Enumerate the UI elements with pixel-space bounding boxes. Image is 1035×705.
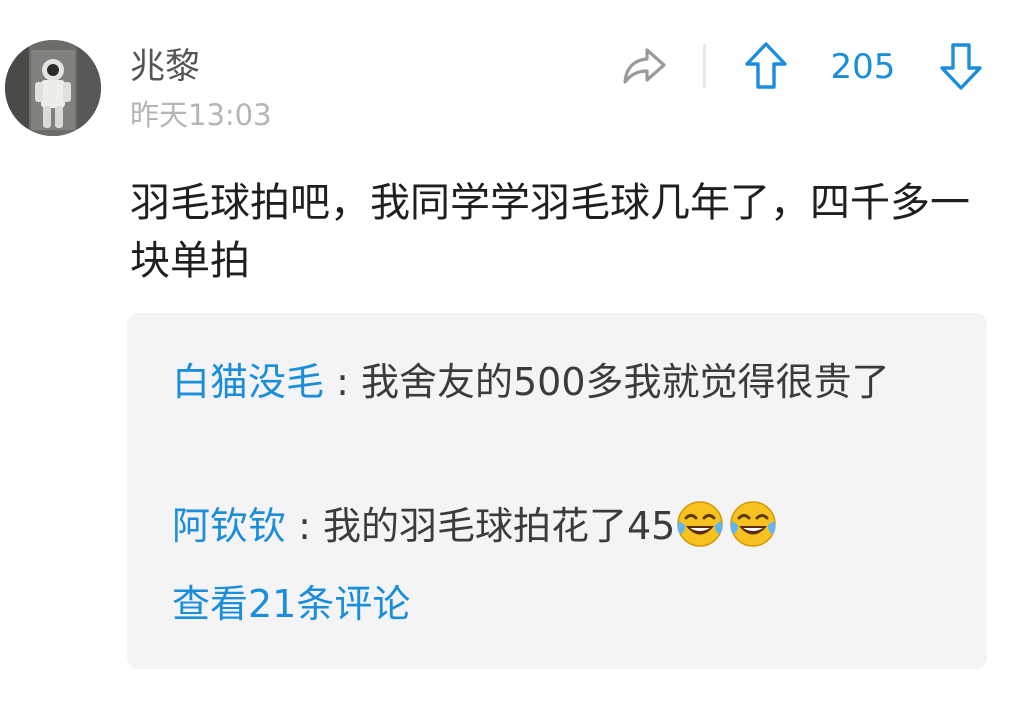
astronaut-avatar-image bbox=[5, 40, 101, 136]
upvote-button[interactable] bbox=[743, 40, 789, 92]
arrow-down-icon bbox=[940, 43, 982, 90]
laughing-tears-emoji-icon bbox=[728, 499, 778, 549]
reply-separator: : bbox=[324, 360, 361, 404]
reply-text: 我的羽毛球拍花了45 bbox=[322, 504, 676, 548]
replies-panel: 白猫没毛 : 我舍友的500多我就觉得很贵了 阿钦钦 : 我的羽毛球拍花了45 bbox=[127, 313, 987, 669]
divider bbox=[703, 44, 706, 88]
reply-separator: : bbox=[286, 504, 323, 548]
reply-item: 白猫没毛 : 我舍友的500多我就觉得很贵了 bbox=[172, 353, 952, 411]
share-button[interactable] bbox=[620, 44, 668, 88]
comment-body: 羽毛球拍吧，我同学学羽毛球几年了，四千多一块单拍 bbox=[130, 180, 970, 284]
reply-author[interactable]: 白猫没毛 bbox=[172, 360, 324, 404]
reply-text: 我舍友的500多我就觉得很贵了 bbox=[360, 360, 890, 404]
reply-author[interactable]: 阿钦钦 bbox=[172, 504, 286, 548]
avatar[interactable] bbox=[5, 40, 101, 136]
username[interactable]: 兆黎 bbox=[130, 44, 200, 90]
share-arrow-icon bbox=[623, 48, 666, 84]
reply-item: 阿钦钦 : 我的羽毛球拍花了45 bbox=[172, 497, 952, 555]
view-all-comments-link[interactable]: 查看21条评论 bbox=[172, 575, 410, 633]
comment-card: 兆黎 昨天13:03 205 羽毛球拍吧，我同学学羽毛球几年了，四千多一块单拍 … bbox=[0, 0, 1035, 705]
downvote-button[interactable] bbox=[938, 40, 984, 92]
arrow-up-icon bbox=[745, 42, 787, 89]
timestamp: 昨天13:03 bbox=[130, 98, 272, 132]
vote-count: 205 bbox=[830, 47, 896, 87]
laughing-tears-emoji-icon bbox=[675, 499, 725, 549]
